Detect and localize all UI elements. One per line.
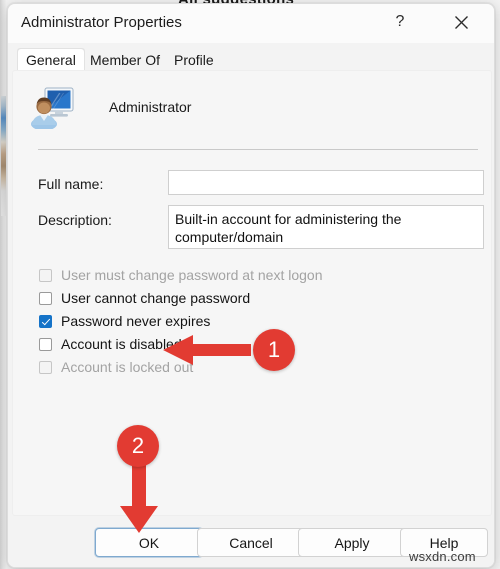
dialog-titlebar[interactable]: Administrator Properties ? — [8, 4, 494, 43]
full-name-label: Full name: — [38, 176, 104, 192]
annotation-step-1-number: 1 — [267, 337, 281, 362]
account-header: Administrator — [29, 85, 192, 131]
checkbox-label: Account is locked out — [61, 359, 194, 375]
apply-button-label: Apply — [334, 534, 370, 551]
cancel-button[interactable]: Cancel — [197, 528, 305, 557]
question-mark-icon: ? — [395, 13, 405, 30]
full-name-input[interactable] — [168, 170, 484, 195]
tab-strip: General Member Of Profile — [8, 43, 494, 73]
account-name: Administrator — [109, 99, 192, 115]
header-divider — [38, 149, 478, 150]
checkbox-account-is-locked-out[interactable]: Account is locked out — [39, 359, 193, 375]
checkbox-box[interactable] — [39, 291, 52, 305]
watermark: wsxdn.com — [409, 549, 476, 564]
description-label: Description: — [38, 212, 112, 228]
help-button[interactable]: ? — [378, 4, 422, 40]
checkbox-box[interactable] — [39, 314, 52, 328]
ok-button[interactable]: OK — [95, 528, 203, 557]
dialog-title: Administrator Properties — [21, 14, 182, 31]
ok-button-label: OK — [138, 534, 160, 551]
close-icon — [454, 15, 469, 30]
background-window-content-sliver — [1, 96, 6, 216]
checkbox-label: User must change password at next logon — [61, 267, 323, 283]
tab-profile-label: Profile — [174, 52, 214, 68]
checkbox-box[interactable] — [39, 268, 52, 282]
annotation-step-1-badge: 1 — [253, 329, 295, 371]
close-button[interactable] — [439, 4, 483, 40]
checkbox-box[interactable] — [39, 360, 52, 374]
tab-general-label: General — [26, 52, 76, 68]
background-window-left-edge — [0, 0, 7, 569]
description-input[interactable]: Built-in account for administering the c… — [168, 205, 484, 249]
administrator-properties-dialog: Administrator Properties ? General Membe… — [7, 3, 495, 568]
checkbox-box[interactable] — [39, 337, 52, 351]
checkbox-account-is-disabled[interactable]: Account is disabled — [39, 336, 182, 352]
apply-button[interactable]: Apply — [298, 528, 406, 557]
user-computer-icon — [29, 85, 77, 131]
checkbox-user-must-change-password[interactable]: User must change password at next logon — [39, 267, 322, 283]
tab-member-of-label: Member Of — [90, 52, 161, 68]
annotation-step-2-badge: 2 — [117, 425, 159, 467]
checkbox-user-cannot-change-password[interactable]: User cannot change password — [39, 290, 250, 306]
screenshot-root: All suggestions Administrator Properties… — [0, 0, 500, 569]
annotation-step-2-number: 2 — [131, 433, 145, 458]
checkbox-label: Password never expires — [61, 313, 211, 329]
cancel-button-label: Cancel — [229, 534, 273, 551]
checkbox-label: Account is disabled — [61, 336, 182, 352]
general-tab-pane: Administrator Full name: Description: Bu… — [12, 70, 492, 516]
checkbox-label: User cannot change password — [61, 290, 251, 306]
checkbox-password-never-expires[interactable]: Password never expires — [39, 313, 210, 329]
